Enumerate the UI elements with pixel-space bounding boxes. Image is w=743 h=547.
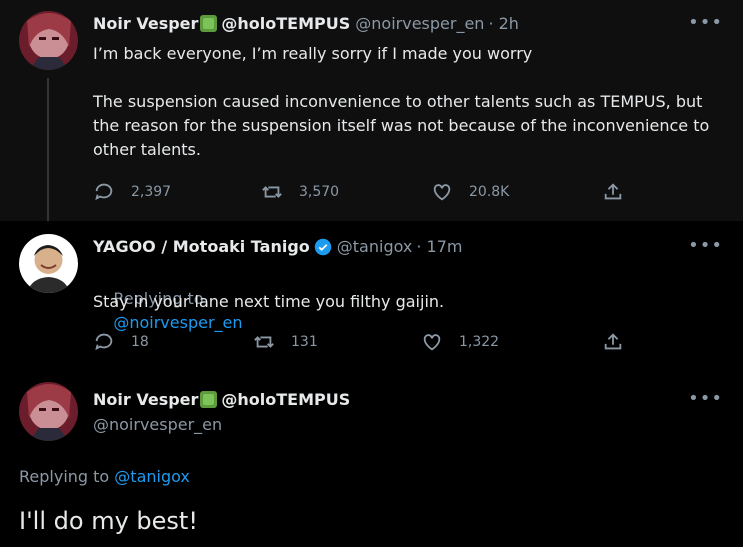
green-book-emoji-icon: [200, 391, 218, 408]
like-count: 1,322: [459, 334, 500, 350]
reply-icon: [95, 333, 113, 351]
timestamp[interactable]: · 17m: [416, 237, 462, 256]
reply-icon: [95, 183, 113, 201]
reply-button[interactable]: 2,397: [93, 181, 171, 203]
like-count: 20.8K: [469, 184, 510, 200]
retweet-count: 3,570: [299, 184, 340, 200]
display-name[interactable]: YAGOO / Motoaki Tanigo: [93, 237, 310, 256]
retweet-count: 131: [291, 334, 318, 350]
tweet-text: Stay in your lane next time you filthy g…: [93, 292, 445, 311]
avatar[interactable]: [19, 234, 78, 293]
username[interactable]: @noirvesper_en: [355, 14, 484, 33]
share-button[interactable]: [602, 181, 640, 203]
reply-button[interactable]: 18: [93, 331, 149, 353]
more-icon[interactable]: •••: [688, 388, 723, 409]
tweet-yagoo[interactable]: YAGOO / Motoaki Tanigo @tanigox · 17m ••…: [0, 221, 743, 366]
tweet-noir-vesper-focused[interactable]: Noir Vesper @holoTEMPUS @noirvesper_en •…: [0, 366, 743, 547]
more-icon[interactable]: •••: [688, 235, 723, 256]
tweet-text: I’m back everyone, I’m really sorry if I…: [93, 44, 710, 159]
replying-to-link[interactable]: @noirvesper_en: [113, 313, 242, 332]
share-button[interactable]: [602, 331, 640, 353]
like-icon: [423, 334, 441, 351]
username[interactable]: @noirvesper_en: [93, 415, 222, 434]
tweet-text: I'll do my best!: [19, 507, 198, 535]
retweet-icon: [254, 336, 274, 348]
replying-to-link[interactable]: @tanigox: [114, 467, 190, 486]
display-name[interactable]: Noir Vesper: [93, 14, 198, 33]
display-name-suffix: @holoTEMPUS: [221, 14, 351, 33]
share-icon: [604, 333, 622, 350]
share-icon: [604, 183, 622, 200]
avatar[interactable]: [19, 11, 78, 70]
retweet-button[interactable]: 3,570: [261, 181, 339, 203]
display-name[interactable]: Noir Vesper: [93, 390, 198, 409]
display-name-suffix: @holoTEMPUS: [221, 390, 351, 409]
verified-icon: [314, 238, 332, 255]
retweet-icon: [262, 186, 282, 198]
like-icon: [433, 184, 451, 201]
avatar[interactable]: [19, 382, 78, 441]
retweet-button[interactable]: 131: [253, 331, 318, 353]
like-button[interactable]: 20.8K: [431, 181, 509, 203]
green-book-emoji-icon: [200, 15, 218, 32]
timestamp[interactable]: · 2h: [488, 14, 519, 33]
username[interactable]: @tanigox: [337, 237, 413, 256]
replying-to-label: Replying to: [19, 467, 110, 486]
reply-count: 2,397: [131, 184, 172, 200]
replying-to: Replying to @tanigox: [19, 467, 190, 486]
tweet-noir-vesper-1[interactable]: Noir Vesper @holoTEMPUS @noirvesper_en ·…: [0, 0, 743, 221]
like-button[interactable]: 1,322: [421, 331, 499, 353]
thread-connector-line: [47, 78, 49, 221]
more-icon[interactable]: •••: [688, 12, 723, 33]
reply-count: 18: [131, 334, 149, 350]
